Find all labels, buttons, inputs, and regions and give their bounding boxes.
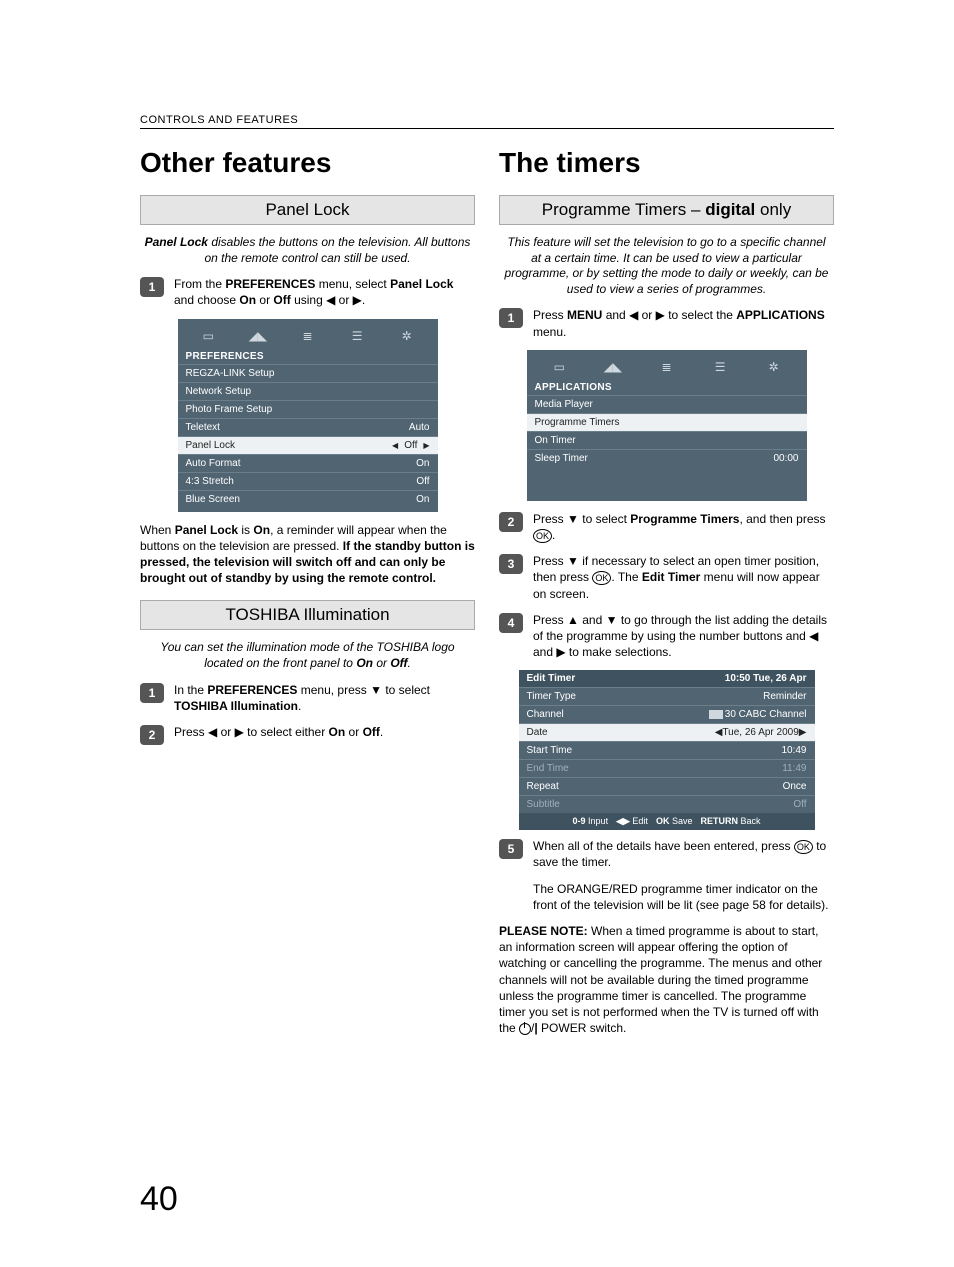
left-column: Other features Panel Lock Panel Lock dis… [140, 147, 475, 1044]
osd-row: SubtitleOff [519, 795, 815, 813]
please-note: PLEASE NOTE: When a timed programme is a… [499, 923, 834, 1036]
edit-timer-title: Edit Timer [527, 673, 576, 684]
step-badge: 3 [499, 554, 523, 574]
subhead-programme-timers: Programme Timers – digital only [499, 195, 834, 225]
osd-row: 4:3 StretchOff [178, 472, 438, 490]
osd-row: Date◀Tue, 26 Apr 2009▶ [519, 723, 815, 741]
section-title-left: Other features [140, 147, 475, 179]
osd-row: Auto FormatOn [178, 454, 438, 472]
step-badge: 1 [499, 308, 523, 328]
sliders-icon: ☰ [709, 360, 731, 374]
speaker-icon: ◢◣ [602, 360, 624, 374]
osd-row: Blue ScreenOn [178, 490, 438, 508]
osd-title: APPLICATIONS [527, 380, 807, 395]
gear-icon: ✲ [396, 329, 418, 343]
monitor-icon: ▭ [548, 360, 570, 374]
prog-timers-step1: Press MENU and ◀ or ▶ to select the APPL… [533, 307, 834, 339]
osd-row: Panel Lock◀Off▶ [178, 436, 438, 454]
osd-row: REGZA-LINK Setup [178, 364, 438, 382]
osd-edit-timer: Edit Timer 10:50 Tue, 26 Apr Timer TypeR… [519, 670, 815, 830]
osd-rows: REGZA-LINK SetupNetwork SetupPhoto Frame… [178, 364, 438, 508]
osd-row: Sleep Timer00:00 [527, 449, 807, 467]
step-badge: 2 [140, 725, 164, 745]
osd-row: RepeatOnce [519, 777, 815, 795]
page-number: 40 [140, 1180, 178, 1219]
toshiba-illum-step2: Press ◀ or ▶ to select either On or Off. [174, 724, 475, 745]
step-badge: 5 [499, 839, 523, 859]
osd-preferences: ▭ ◢◣ ≣ ☰ ✲ PREFERENCES REGZA-LINK SetupN… [178, 319, 438, 512]
osd-row: Channel30 CABC Channel [519, 705, 815, 723]
prog-timers-intro: This feature will set the television to … [503, 235, 830, 297]
toshiba-illum-intro: You can set the illumination mode of the… [144, 640, 471, 671]
osd-row: Timer TypeReminder [519, 687, 815, 705]
edit-timer-clock: 10:50 Tue, 26 Apr [725, 673, 807, 684]
sliders-icon: ☰ [346, 329, 368, 343]
osd-applications: ▭ ◢◣ ≣ ☰ ✲ APPLICATIONS Media PlayerProg… [527, 350, 807, 501]
list-icon: ≣ [296, 329, 318, 343]
step-badge: 1 [140, 277, 164, 297]
osd-title: PREFERENCES [178, 349, 438, 364]
toshiba-illum-step1: In the PREFERENCES menu, press ▼ to sele… [174, 682, 475, 714]
panel-lock-after: When Panel Lock is On, a reminder will a… [140, 522, 475, 587]
prog-timers-step5: When all of the details have been entere… [533, 838, 834, 913]
list-icon: ≣ [655, 360, 677, 374]
osd-row: Programme Timers [527, 413, 807, 431]
osd-row: On Timer [527, 431, 807, 449]
step-badge: 1 [140, 683, 164, 703]
osd-row: Photo Frame Setup [178, 400, 438, 418]
osd-rows: Media PlayerProgramme TimersOn TimerSlee… [527, 395, 807, 467]
prog-timers-step3: Press ▼ if necessary to select an open t… [533, 553, 834, 602]
gear-icon: ✲ [763, 360, 785, 374]
speaker-icon: ◢◣ [247, 329, 269, 343]
osd-row: Start Time10:49 [519, 741, 815, 759]
osd2-footer: 0-9 Input◀▶ EditOK SaveRETURN Back [519, 813, 815, 830]
running-head: CONTROLS AND FEATURES [140, 114, 834, 129]
subhead-panel-lock: Panel Lock [140, 195, 475, 225]
osd2-rows: Timer TypeReminderChannel30 CABC Channel… [519, 687, 815, 813]
section-title-right: The timers [499, 147, 834, 179]
osd-row: End Time11:49 [519, 759, 815, 777]
panel-lock-step1: From the PREFERENCES menu, select Panel … [174, 276, 475, 308]
step-badge: 2 [499, 512, 523, 532]
osd-row: Network Setup [178, 382, 438, 400]
osd-row: Media Player [527, 395, 807, 413]
monitor-icon: ▭ [197, 329, 219, 343]
step-badge: 4 [499, 613, 523, 633]
prog-timers-step2: Press ▼ to select Programme Timers, and … [533, 511, 834, 543]
subhead-toshiba-illum: TOSHIBA Illumination [140, 600, 475, 630]
panel-lock-intro: Panel Lock disables the buttons on the t… [144, 235, 471, 266]
right-column: The timers Programme Timers – digital on… [499, 147, 834, 1044]
osd-row: TeletextAuto [178, 418, 438, 436]
prog-timers-step4: Press ▲ and ▼ to go through the list add… [533, 612, 834, 661]
